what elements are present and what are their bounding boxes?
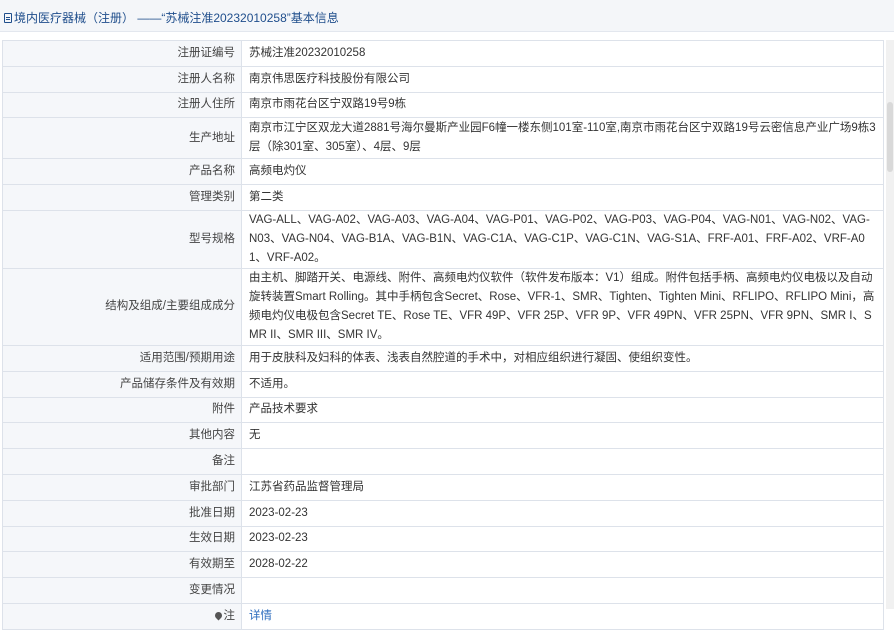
- table-row: 有效期至 2028-02-22: [2, 551, 884, 579]
- field-value: 产品技术要求: [241, 396, 884, 424]
- field-value: 不适用。: [241, 370, 884, 398]
- table-row: 生产地址 南京市江宁区双龙大道2881号海尔曼斯产业园F6幢一楼东侧101室-1…: [2, 117, 884, 160]
- table-row: 备注: [2, 448, 884, 475]
- table-row: 型号规格 VAG-ALL、VAG-A02、VAG-A03、VAG-A04、VAG…: [2, 209, 884, 269]
- field-value: 苏械注准20232010258: [241, 40, 884, 67]
- table-row: 产品储存条件及有效期 不适用。: [2, 370, 884, 398]
- table-row: 其他内容 无: [2, 422, 884, 450]
- table-row: 产品名称 高频电灼仪: [2, 158, 884, 186]
- field-label: 型号规格: [2, 209, 242, 269]
- field-value: [241, 448, 884, 475]
- field-label: 结构及组成/主要组成成分: [2, 267, 242, 346]
- field-label: 注册证编号: [2, 40, 242, 67]
- table-row: 生效日期 2023-02-23: [2, 525, 884, 553]
- field-value: 2028-02-22: [241, 551, 884, 579]
- note-label: 注: [223, 609, 236, 622]
- note-value-cell: 详情: [241, 602, 884, 630]
- field-value: 用于皮肤科及妇科的体表、浅表自然腔道的手术中，对相应组织进行凝固、使组织变性。: [241, 344, 884, 372]
- table-row: 注 详情: [2, 602, 884, 630]
- field-value: 南京市雨花台区宁双路19号9栋: [241, 91, 884, 119]
- field-label: 产品储存条件及有效期: [2, 370, 242, 398]
- field-value: 无: [241, 422, 884, 450]
- field-value: VAG-ALL、VAG-A02、VAG-A03、VAG-A04、VAG-P01、…: [241, 209, 884, 269]
- field-value: 高频电灼仪: [241, 158, 884, 186]
- field-label: 注册人名称: [2, 65, 242, 93]
- field-value: [241, 577, 884, 604]
- note-label-cell: 注: [2, 602, 242, 630]
- field-label: 管理类别: [2, 184, 242, 211]
- table-row: 附件 产品技术要求: [2, 396, 884, 424]
- table-row: 审批部门 江苏省药品监督管理局: [2, 473, 884, 501]
- field-label: 批准日期: [2, 499, 242, 527]
- field-value: 2023-02-23: [241, 525, 884, 553]
- field-label: 备注: [2, 448, 242, 475]
- field-label: 生产地址: [2, 117, 242, 160]
- field-label: 其他内容: [2, 422, 242, 450]
- field-value: 第二类: [241, 184, 884, 211]
- page-header: 境内医疗器械（注册） ——“苏械注准20232010258”基本信息: [0, 0, 894, 32]
- field-label: 注册人住所: [2, 91, 242, 119]
- field-value: 由主机、脚踏开关、电源线、附件、高频电灼仪软件（软件发布版本：V1）组成。附件包…: [241, 267, 884, 346]
- details-link[interactable]: 详情: [249, 610, 272, 622]
- field-value: 2023-02-23: [241, 499, 884, 527]
- field-label: 变更情况: [2, 577, 242, 604]
- field-label: 生效日期: [2, 525, 242, 553]
- table-row: 注册证编号 苏械注准20232010258: [2, 40, 884, 67]
- field-label: 适用范围/预期用途: [2, 344, 242, 372]
- scrollbar-thumb[interactable]: [887, 102, 893, 172]
- field-label: 附件: [2, 396, 242, 424]
- info-table: 注册证编号 苏械注准20232010258 注册人名称 南京伟思医疗科技股份有限…: [2, 40, 884, 630]
- page-title: 境内医疗器械（注册） ——“苏械注准20232010258”基本信息: [14, 11, 339, 25]
- table-row: 结构及组成/主要组成成分 由主机、脚踏开关、电源线、附件、高频电灼仪软件（软件发…: [2, 267, 884, 346]
- table-row: 变更情况: [2, 577, 884, 604]
- document-icon: [4, 12, 12, 23]
- field-value: 江苏省药品监督管理局: [241, 473, 884, 501]
- table-row: 管理类别 第二类: [2, 184, 884, 211]
- table-row: 批准日期 2023-02-23: [2, 499, 884, 527]
- table-row: 注册人住所 南京市雨花台区宁双路19号9栋: [2, 91, 884, 119]
- field-value: 南京伟思医疗科技股份有限公司: [241, 65, 884, 93]
- field-label: 有效期至: [2, 551, 242, 579]
- field-label: 产品名称: [2, 158, 242, 186]
- field-value: 南京市江宁区双龙大道2881号海尔曼斯产业园F6幢一楼东侧101室-110室,南…: [241, 117, 884, 160]
- field-label: 审批部门: [2, 473, 242, 501]
- table-row: 注册人名称 南京伟思医疗科技股份有限公司: [2, 65, 884, 93]
- scrollbar[interactable]: [886, 40, 894, 609]
- table-row: 适用范围/预期用途 用于皮肤科及妇科的体表、浅表自然腔道的手术中，对相应组织进行…: [2, 344, 884, 372]
- location-pin-icon: [213, 610, 223, 621]
